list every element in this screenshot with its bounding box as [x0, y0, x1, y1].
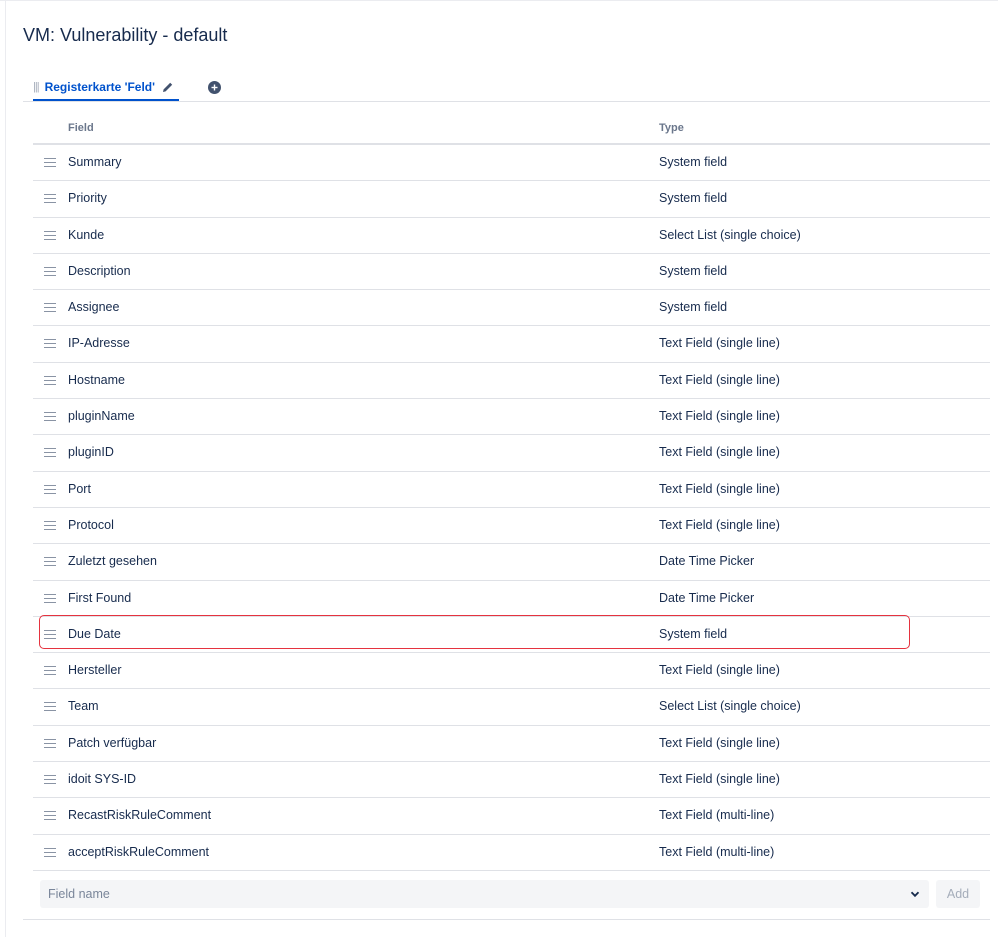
table-row[interactable]: Description System field: [33, 254, 990, 291]
drag-handle-icon[interactable]: |||: [33, 81, 40, 93]
field-type: Text Field (single line): [659, 445, 780, 460]
table-header: Field Type: [33, 108, 990, 145]
field-name: Hersteller: [68, 663, 122, 678]
drag-handle-icon[interactable]: [44, 738, 56, 749]
drag-handle-icon[interactable]: [44, 847, 56, 858]
drag-handle-icon[interactable]: [44, 194, 56, 204]
field-name: Zuletzt gesehen: [68, 554, 157, 569]
table-row[interactable]: Summary System field: [33, 145, 990, 182]
field-type: Select List (single choice): [659, 699, 801, 714]
fields-table: Field Type Summary System field Priority Sy…: [33, 108, 990, 871]
drag-handle-icon[interactable]: [44, 557, 56, 567]
pencil-icon[interactable]: [161, 80, 175, 94]
field-name: Team: [68, 699, 99, 714]
screen-config-page: VM: Vulnerability - default ||| Register…: [0, 0, 998, 937]
table-row[interactable]: Protocol Text Field (single line): [33, 508, 990, 545]
table-row[interactable]: Kunde Select List (single choice): [33, 218, 990, 254]
drag-handle-icon[interactable]: [44, 158, 56, 168]
field-type: Date Time Picker: [659, 554, 755, 569]
field-type: Text Field (single line): [659, 735, 780, 750]
field-type: System field: [659, 300, 728, 315]
tab-bar: ||| Registerkarte 'Feld': [23, 74, 990, 102]
field-name-placeholder: Field name: [48, 887, 110, 901]
field-type: System field: [659, 263, 728, 278]
field-type: Text Field (single line): [659, 336, 780, 351]
add-field-row: Field name Add: [23, 872, 990, 920]
field-name: IP-Adresse: [68, 336, 130, 351]
field-name: Patch verfügbar: [68, 735, 157, 750]
field-name: Priority: [68, 191, 107, 206]
field-name: Summary: [68, 155, 122, 169]
table-body: Summary System field Priority System field K…: [33, 145, 990, 871]
field-type: Text Field (multi-line): [659, 844, 775, 859]
field-type: Text Field (single line): [659, 481, 780, 496]
table-row[interactable]: Patch verfügbar Text Field (single line): [33, 726, 990, 763]
drag-handle-icon[interactable]: [44, 303, 56, 313]
tab-label: Registerkarte 'Feld': [44, 79, 155, 94]
add-button[interactable]: Add: [936, 880, 980, 908]
table-row[interactable]: idoit SYS-ID Text Field (single line): [33, 762, 990, 799]
field-name: Assignee: [68, 300, 120, 315]
drag-handle-icon[interactable]: [44, 412, 56, 422]
field-name: Description: [68, 263, 131, 278]
table-row[interactable]: pluginID Text Field (single line): [33, 435, 990, 472]
drag-handle-icon[interactable]: [44, 520, 56, 531]
field-name: First Found: [68, 590, 132, 605]
drag-handle-icon[interactable]: [44, 266, 56, 277]
drag-handle-icon[interactable]: [44, 375, 56, 386]
field-name: acceptRiskRuleComment: [68, 844, 210, 859]
table-row[interactable]: Team Select List (single choice): [33, 689, 990, 726]
tab-registerkarte-feld[interactable]: ||| Registerkarte 'Feld': [33, 74, 179, 101]
drag-handle-icon[interactable]: [44, 775, 56, 785]
add-tab-icon[interactable]: [207, 80, 221, 94]
table-row[interactable]: First Found Date Time Picker: [33, 581, 990, 617]
field-type: Text Field (single line): [659, 409, 780, 424]
chevron-down-icon: [910, 891, 920, 898]
field-name: Protocol: [68, 517, 114, 532]
drag-handle-icon[interactable]: [44, 666, 56, 676]
field-name: pluginID: [68, 445, 114, 460]
table-row[interactable]: Port Text Field (single line): [33, 472, 990, 508]
column-header-type: Type: [659, 122, 684, 134]
table-row[interactable]: pluginName Text Field (single line): [33, 399, 990, 436]
column-header-field: Field: [68, 122, 94, 134]
drag-handle-icon[interactable]: [44, 811, 56, 821]
field-type: System field: [659, 191, 728, 206]
drag-handle-icon[interactable]: [44, 448, 56, 458]
drag-handle-icon[interactable]: [44, 629, 56, 640]
field-name-select[interactable]: Field name: [40, 880, 929, 908]
field-name: Port: [68, 481, 91, 496]
table-row[interactable]: Hostname Text Field (single line): [33, 363, 990, 400]
left-divider: [5, 1, 6, 937]
field-name: RecastRiskRuleComment: [68, 808, 212, 823]
table-row[interactable]: RecastRiskRuleComment Text Field (multi-l…: [33, 798, 990, 835]
field-type: Select List (single choice): [659, 227, 801, 242]
field-name: pluginName: [68, 409, 135, 424]
table-row[interactable]: Priority System field: [33, 181, 990, 218]
field-type: Text Field (single line): [659, 372, 780, 387]
table-row[interactable]: Zuletzt gesehen Date Time Picker: [33, 544, 990, 581]
table-row[interactable]: Assignee System field: [33, 290, 990, 327]
page-title: VM: Vulnerability - default: [23, 25, 228, 45]
field-type: Text Field (single line): [659, 772, 780, 787]
field-type: Text Field (single line): [659, 663, 780, 678]
table-row[interactable]: acceptRiskRuleComment Text Field (multi-l…: [33, 835, 990, 871]
table-row[interactable]: IP-Adresse Text Field (single line): [33, 326, 990, 363]
field-name: idoit SYS-ID: [68, 772, 137, 787]
drag-handle-icon[interactable]: [44, 702, 56, 712]
table-row[interactable]: Due Date System field: [33, 617, 990, 654]
field-type: Text Field (single line): [659, 517, 780, 532]
field-type: Date Time Picker: [659, 590, 755, 605]
drag-handle-icon[interactable]: [44, 484, 56, 495]
field-type: System field: [659, 626, 728, 641]
drag-handle-icon[interactable]: [44, 339, 56, 349]
drag-handle-icon[interactable]: [44, 593, 56, 604]
field-name: Due Date: [68, 626, 121, 641]
field-name: Kunde: [68, 227, 105, 242]
drag-handle-icon[interactable]: [44, 230, 56, 241]
field-type: Text Field (multi-line): [659, 808, 775, 823]
table-row[interactable]: Hersteller Text Field (single line): [33, 653, 990, 690]
field-type: System field: [659, 155, 728, 169]
field-name: Hostname: [68, 372, 125, 387]
